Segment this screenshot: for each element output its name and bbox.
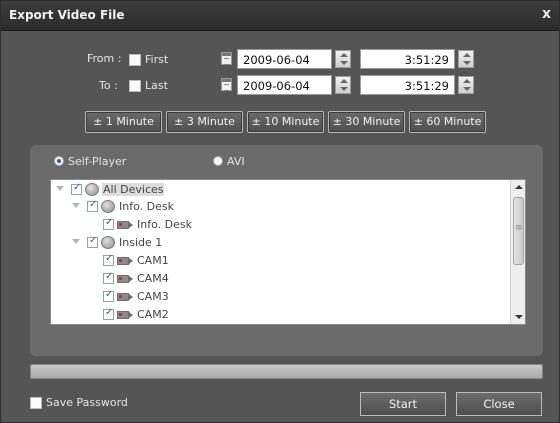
first-label: First [145,53,169,66]
tree-node-label: CAM2 [137,308,169,321]
tree-node-label: Info. Desk [137,218,192,231]
device-group-icon [85,183,99,196]
scroll-up-icon[interactable] [511,180,525,194]
tree-node-label: Inside 1 [119,236,163,249]
tree-checkbox[interactable] [103,307,114,320]
camera-icon [117,293,133,301]
export-video-dialog: Export Video File x From : First 2009-06… [0,0,560,423]
save-password-label: Save Password [46,396,128,409]
self-player-radio[interactable] [54,156,64,166]
save-password-checkbox[interactable] [30,397,42,409]
plus-minus-10-minute-button[interactable]: ± 10 Minute [247,111,324,133]
tree-checkbox[interactable] [103,253,114,266]
from-date-field[interactable]: 2009-06-04 [237,49,332,69]
avi-radio[interactable] [213,156,223,166]
triangle-down-icon[interactable] [72,203,80,208]
triangle-down-icon[interactable] [72,239,80,244]
scroll-down-icon[interactable] [511,310,525,324]
from-date-spinner-icon[interactable] [335,50,351,68]
triangle-down-icon[interactable] [56,186,64,191]
tree-node-label: CAM1 [137,254,169,267]
tree-node-cam3[interactable]: CAM3 [51,289,501,306]
plus-minus-30-minute-button[interactable]: ± 30 Minute [328,111,405,133]
tree-checkbox[interactable] [87,235,98,248]
tree-node-label: CAM3 [137,290,169,303]
plus-minus-60-minute-button[interactable]: ± 60 Minute [409,111,486,133]
camera-icon [117,257,133,265]
close-icon[interactable]: x [542,7,551,21]
from-time-spinner-icon[interactable] [458,50,474,68]
last-label: Last [145,79,168,92]
device-tree: All Devices Info. Desk Info. Desk Inside… [50,179,526,325]
camera-icon [117,311,133,319]
title-bar[interactable]: Export Video File x [1,1,559,31]
tree-node-info-desk-group[interactable]: Info. Desk [51,199,501,216]
device-group-icon [101,200,115,213]
to-date-field[interactable]: 2009-06-04 [237,75,332,95]
last-checkbox[interactable] [129,80,141,92]
camera-icon [117,275,133,283]
start-button[interactable]: Start [360,392,446,416]
to-time-field[interactable]: 3:51:29 [360,75,455,95]
calendar-icon[interactable] [221,78,232,91]
avi-label: AVI [227,155,245,168]
plus-minus-3-minute-button[interactable]: ± 3 Minute [166,111,243,133]
self-player-label: Self-Player [68,155,127,168]
tree-node-label: CAM4 [137,272,169,285]
tree-node-cam1[interactable]: CAM1 [51,253,501,270]
export-progress-bar [30,364,543,379]
first-checkbox[interactable] [129,54,141,66]
tree-checkbox[interactable] [103,271,114,284]
from-time-field[interactable]: 3:51:29 [360,49,455,69]
tree-checkbox[interactable] [103,289,114,302]
tree-node-all-devices[interactable]: All Devices [51,182,501,199]
dialog-title: Export Video File [9,8,125,22]
tree-node-label: All Devices [102,183,165,196]
camera-icon [117,221,133,229]
tree-checkbox[interactable] [87,199,98,212]
plus-minus-1-minute-button[interactable]: ± 1 Minute [85,111,162,133]
tree-checkbox[interactable] [103,217,114,230]
to-time-spinner-icon[interactable] [458,76,474,94]
to-label: To : [99,79,118,92]
scroll-thumb[interactable] [513,197,524,265]
from-label: From : [87,52,122,65]
tree-checkbox[interactable] [71,182,82,195]
tree-node-cam2[interactable]: CAM2 [51,307,501,324]
tree-node-inside-1[interactable]: Inside 1 [51,235,501,252]
tree-node-info-desk-camera[interactable]: Info. Desk [51,217,501,234]
close-button[interactable]: Close [456,392,542,416]
calendar-icon[interactable] [221,52,232,65]
device-group-icon [101,236,115,249]
tree-node-cam4[interactable]: CAM4 [51,271,501,288]
to-date-spinner-icon[interactable] [335,76,351,94]
tree-scrollbar[interactable] [510,180,525,324]
tree-node-label: Info. Desk [119,200,174,213]
